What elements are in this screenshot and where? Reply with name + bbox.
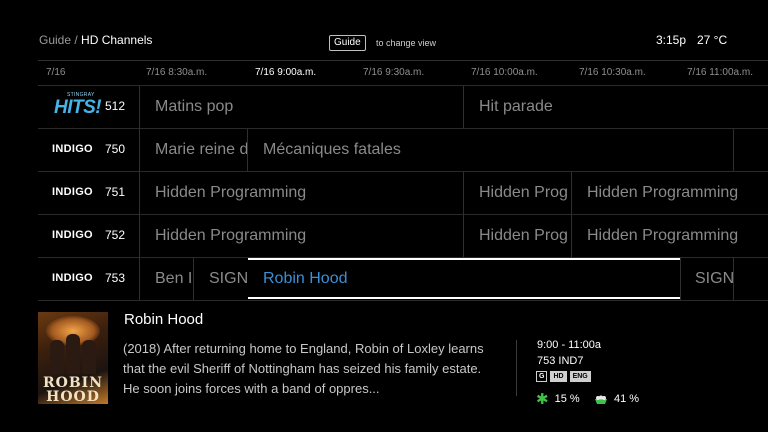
channel-logo-indigo: INDIGO xyxy=(52,186,93,198)
program-cell[interactable]: Hit parade xyxy=(479,98,759,116)
program-cell-selected[interactable]: Robin Hood xyxy=(263,270,663,288)
grid-line xyxy=(38,128,768,129)
clock: 3:15p xyxy=(656,33,687,47)
popcorn-icon xyxy=(594,395,608,404)
breadcrumb-root[interactable]: Guide / xyxy=(39,33,78,47)
time-slot: 7/16 8:30a.m. xyxy=(146,67,208,78)
channel-logo-hits: STINGRAY HITS! xyxy=(53,92,102,122)
guide-hint-text: to change view xyxy=(376,38,437,48)
timebar-divider xyxy=(38,60,768,61)
program-cell[interactable]: Ben Is xyxy=(155,270,193,288)
audience-rating-value: 41 % xyxy=(614,393,640,405)
channel-logo-indigo: INDIGO xyxy=(52,143,93,155)
program-description: (2018) After returning home to England, … xyxy=(123,341,484,396)
splat-icon: ✱ xyxy=(536,390,549,408)
guide-key-hint[interactable]: Guide xyxy=(329,35,366,51)
details-divider xyxy=(516,340,517,396)
program-cell[interactable]: Hidden Programming xyxy=(155,227,455,245)
poster-title-bottom: HOOD xyxy=(46,389,100,404)
grid-line xyxy=(38,85,768,86)
audience-rating: 41 % xyxy=(594,393,639,405)
time-slot: 7/16 11:00a.m. xyxy=(687,67,753,78)
program-divider xyxy=(463,172,464,214)
program-divider xyxy=(733,129,734,171)
program-timeslot: 9:00 - 11:00a xyxy=(537,339,602,351)
program-divider xyxy=(571,172,572,214)
poster-title-top: ROBIN xyxy=(42,375,103,391)
time-slot: 7/16 9:30a.m. xyxy=(363,67,425,78)
grid-line xyxy=(38,300,768,301)
time-slot-current: 7/16 9:00a.m. xyxy=(255,67,317,78)
channel-logo-text: HITS! xyxy=(54,97,102,118)
program-divider xyxy=(247,129,248,171)
grid-line xyxy=(38,214,768,215)
program-cell[interactable]: Hidden Programming xyxy=(155,184,455,202)
channel-number: 753 xyxy=(105,271,126,285)
program-cell[interactable]: Hidden Programming xyxy=(587,227,762,245)
time-slot: 7/16 10:00a.m. xyxy=(471,67,538,78)
channel-number: 750 xyxy=(105,142,126,156)
critic-rating-value: 15 % xyxy=(554,393,580,405)
channel-number: 751 xyxy=(105,185,126,199)
time-slot: 7/16 10:30a.m. xyxy=(579,67,646,78)
program-divider xyxy=(680,258,681,300)
hd-badge: HD xyxy=(550,371,567,382)
program-cell[interactable]: Matins pop xyxy=(155,98,455,116)
poster-figure xyxy=(50,340,64,374)
program-divider xyxy=(463,86,464,128)
weather-temperature: 27 °C xyxy=(697,33,728,47)
program-divider xyxy=(193,258,194,300)
timebar-date: 7/16 xyxy=(46,67,66,78)
program-channel-code: 753 IND7 xyxy=(537,355,584,367)
program-cell[interactable]: Marie reine d xyxy=(155,141,247,159)
critic-rating: ✱ 15 % xyxy=(536,390,580,408)
grid-column-divider xyxy=(139,86,140,300)
breadcrumb: Guide / HD Channels xyxy=(39,33,152,47)
program-divider xyxy=(571,215,572,257)
program-title: Robin Hood xyxy=(124,311,204,328)
program-cell[interactable]: SIGN xyxy=(209,270,247,288)
program-cell[interactable]: Hidden Prog xyxy=(479,227,571,245)
program-cell[interactable]: Mécaniques fatales xyxy=(263,141,723,159)
program-divider xyxy=(463,215,464,257)
program-divider xyxy=(733,258,734,300)
program-cell[interactable]: Hidden Programming xyxy=(587,184,762,202)
channel-number: 512 xyxy=(105,99,126,113)
poster-figure xyxy=(82,340,96,374)
channel-number: 752 xyxy=(105,228,126,242)
program-cell[interactable]: Hidden Prog xyxy=(479,184,571,202)
rating-badge: G xyxy=(536,371,548,382)
breadcrumb-current: HD Channels xyxy=(81,33,153,47)
poster-figure xyxy=(66,334,80,374)
channel-logo-indigo: INDIGO xyxy=(52,272,93,284)
program-cell[interactable]: SIGN xyxy=(695,270,733,288)
language-badge: ENG xyxy=(569,371,591,382)
channel-logo-indigo: INDIGO xyxy=(52,229,93,241)
program-badges: G HD ENG xyxy=(536,371,591,382)
program-poster: ROBIN HOOD xyxy=(38,312,108,404)
grid-line xyxy=(38,171,768,172)
